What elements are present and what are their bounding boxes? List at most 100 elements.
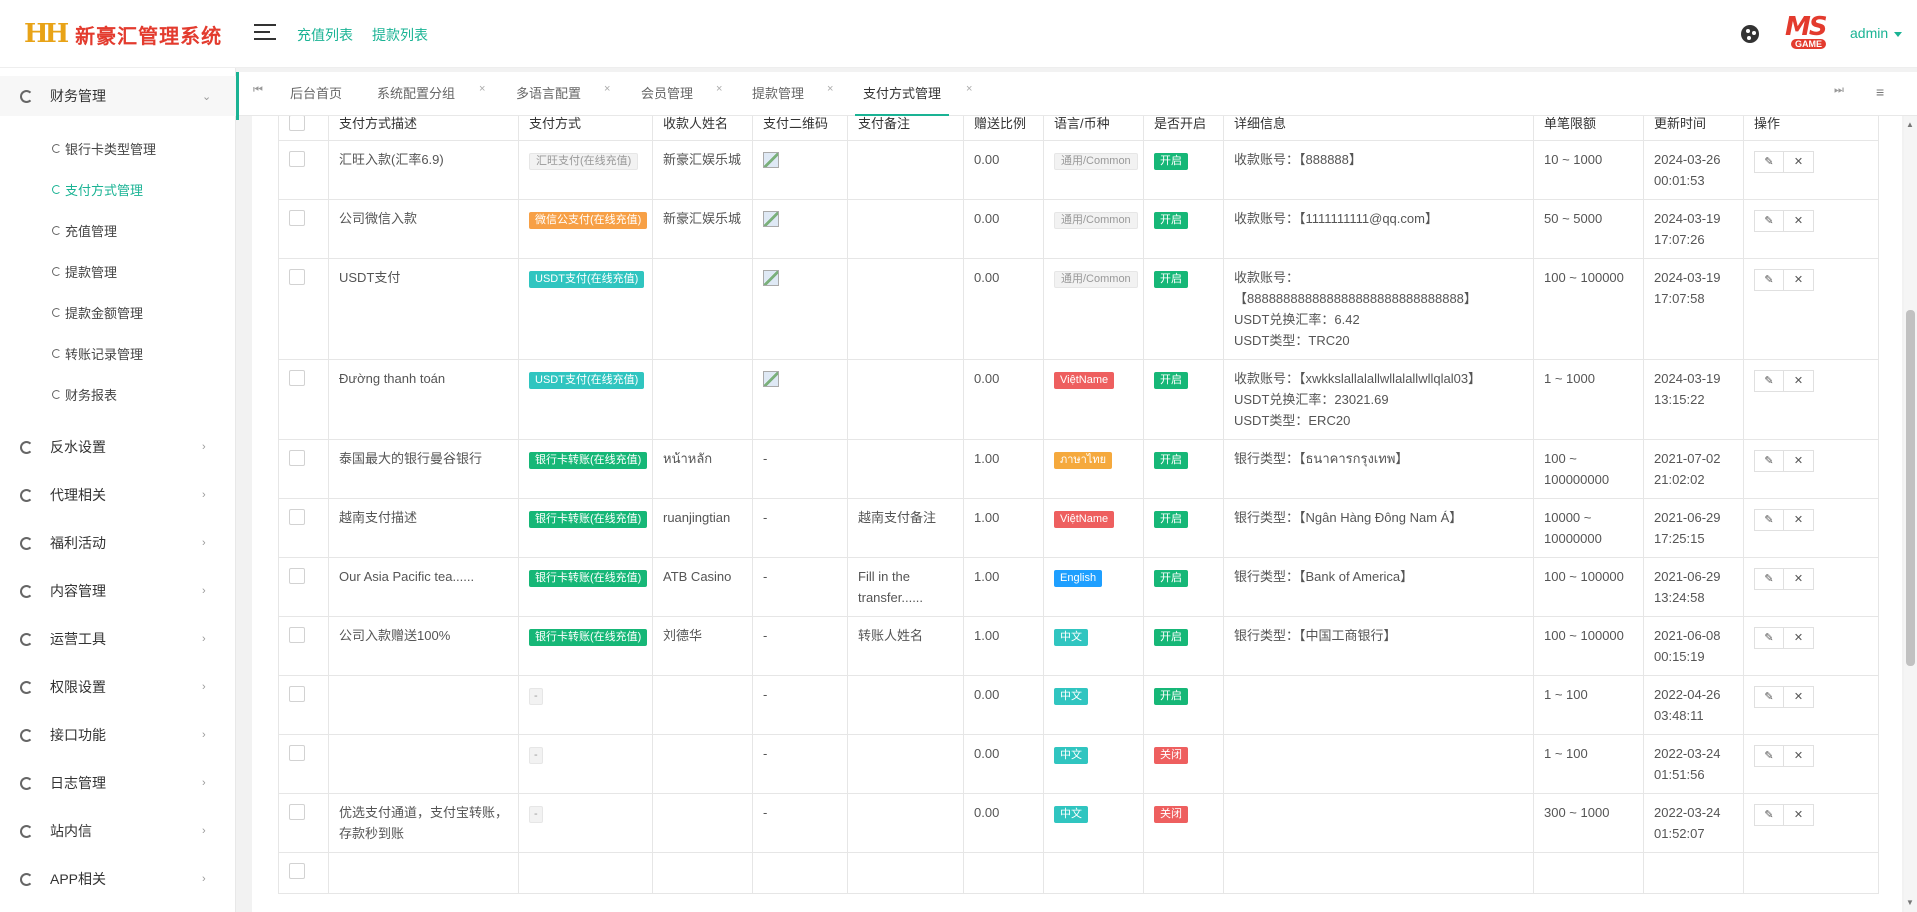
column-header[interactable]: 更新时间 — [1643, 116, 1744, 141]
scroll-down-icon[interactable]: ▼ — [1906, 898, 1914, 907]
row-checkbox[interactable] — [289, 804, 305, 820]
delete-icon[interactable]: ✕ — [1784, 627, 1814, 649]
status-badge[interactable]: 开启 — [1154, 153, 1188, 170]
sidebar-item-payment-methods[interactable]: 支付方式管理 — [52, 179, 143, 199]
row-checkbox[interactable] — [289, 863, 305, 879]
sidebar-group-finance[interactable]: 财务管理 ⌄ — [0, 76, 236, 116]
sidebar-group-logs[interactable]: 日志管理 › — [0, 763, 236, 803]
status-badge[interactable]: 关闭 — [1154, 806, 1188, 823]
sidebar-group-operations[interactable]: 运营工具 › — [0, 619, 236, 659]
scroll-up-icon[interactable]: ▲ — [1906, 120, 1914, 129]
delete-icon[interactable]: ✕ — [1784, 568, 1814, 590]
tab-menu-icon[interactable]: ≡ — [1876, 84, 1884, 100]
sidebar-item-withdraw-amount[interactable]: 提款金额管理 — [52, 302, 143, 322]
sidebar-group-app[interactable]: APP相关 › — [0, 859, 236, 899]
qr-image-icon[interactable] — [763, 371, 779, 387]
app-logo[interactable]: HH 新豪汇管理系统 — [24, 19, 222, 49]
status-badge[interactable]: 关闭 — [1154, 747, 1188, 764]
row-checkbox[interactable] — [289, 745, 305, 761]
row-checkbox[interactable] — [289, 210, 305, 226]
column-header[interactable]: 单笔限额 — [1533, 116, 1644, 141]
row-checkbox[interactable] — [289, 269, 305, 285]
delete-icon[interactable]: ✕ — [1784, 210, 1814, 232]
sidebar-item-recharge[interactable]: 充值管理 — [52, 220, 117, 240]
qr-image-icon[interactable] — [763, 211, 779, 227]
theme-palette-icon[interactable] — [1741, 25, 1759, 43]
tab-home[interactable]: 后台首页 — [290, 83, 342, 103]
close-icon[interactable]: × — [479, 83, 485, 95]
sidebar-group-agent[interactable]: 代理相关 › — [0, 475, 236, 515]
column-header[interactable]: 语言/币种 — [1043, 116, 1144, 141]
menu-toggle-icon[interactable] — [254, 24, 276, 42]
status-badge[interactable]: 开启 — [1154, 212, 1188, 229]
qr-image-icon[interactable] — [763, 152, 779, 168]
status-badge[interactable]: 开启 — [1154, 372, 1188, 389]
tab-withdraw[interactable]: 提款管理 × — [752, 83, 833, 103]
tab-members[interactable]: 会员管理 × — [641, 83, 722, 103]
user-menu[interactable]: admin — [1850, 25, 1902, 41]
edit-icon[interactable]: ✎ — [1754, 745, 1784, 767]
row-checkbox[interactable] — [289, 450, 305, 466]
delete-icon[interactable]: ✕ — [1784, 745, 1814, 767]
delete-icon[interactable]: ✕ — [1784, 686, 1814, 708]
row-checkbox[interactable] — [289, 627, 305, 643]
status-badge[interactable]: 开启 — [1154, 629, 1188, 646]
edit-icon[interactable]: ✎ — [1754, 568, 1784, 590]
row-checkbox[interactable] — [289, 370, 305, 386]
tab-scroll-left-icon[interactable]: ⏮ — [253, 84, 263, 97]
scrollbar-thumb[interactable] — [1906, 310, 1915, 666]
edit-icon[interactable]: ✎ — [1754, 210, 1784, 232]
delete-icon[interactable]: ✕ — [1784, 370, 1814, 392]
edit-icon[interactable]: ✎ — [1754, 450, 1784, 472]
sidebar-group-permissions[interactable]: 权限设置 › — [0, 667, 236, 707]
column-header[interactable]: 详细信息 — [1223, 116, 1534, 141]
row-checkbox[interactable] — [289, 568, 305, 584]
edit-icon[interactable]: ✎ — [1754, 269, 1784, 291]
sidebar-item-transfer-records[interactable]: 转账记录管理 — [52, 343, 143, 363]
column-header[interactable]: 收款人姓名 — [652, 116, 753, 141]
sidebar-group-api[interactable]: 接口功能 › — [0, 715, 236, 755]
close-icon[interactable]: × — [827, 83, 833, 95]
column-header[interactable]: 是否开启 — [1143, 116, 1224, 141]
status-badge[interactable]: 开启 — [1154, 452, 1188, 469]
delete-icon[interactable]: ✕ — [1784, 269, 1814, 291]
close-icon[interactable]: × — [716, 83, 722, 95]
sidebar-item-finance-report[interactable]: 财务报表 — [52, 384, 117, 404]
delete-icon[interactable]: ✕ — [1784, 151, 1814, 173]
tab-config-groups[interactable]: 系统配置分组 × — [377, 83, 485, 103]
status-badge[interactable]: 开启 — [1154, 688, 1188, 705]
tab-scroll-right-icon[interactable]: ⏭ — [1834, 84, 1844, 97]
sidebar-group-messages[interactable]: 站内信 › — [0, 811, 236, 851]
edit-icon[interactable]: ✎ — [1754, 151, 1784, 173]
edit-icon[interactable]: ✎ — [1754, 627, 1784, 649]
column-header[interactable]: 支付二维码 — [752, 116, 848, 141]
sidebar-group-welfare[interactable]: 福利活动 › — [0, 523, 236, 563]
select-all-checkbox[interactable] — [289, 116, 305, 131]
edit-icon[interactable]: ✎ — [1754, 509, 1784, 531]
column-header[interactable]: 支付方式 — [518, 116, 653, 141]
column-header[interactable]: 赠送比例 — [963, 116, 1044, 141]
delete-icon[interactable]: ✕ — [1784, 804, 1814, 826]
column-header[interactable]: 支付备注 — [847, 116, 964, 141]
close-icon[interactable]: × — [604, 83, 610, 95]
column-header[interactable]: 支付方式描述 — [328, 116, 519, 141]
withdraw-list-link[interactable]: 提款列表 — [372, 25, 428, 45]
close-icon[interactable]: × — [966, 83, 972, 95]
tab-payment-methods[interactable]: 支付方式管理 × — [854, 83, 972, 116]
sidebar-item-bank-card-types[interactable]: 银行卡类型管理 — [52, 138, 156, 158]
edit-icon[interactable]: ✎ — [1754, 686, 1784, 708]
delete-icon[interactable]: ✕ — [1784, 450, 1814, 472]
sidebar-group-rebate[interactable]: 反水设置 › — [0, 427, 236, 467]
status-badge[interactable]: 开启 — [1154, 570, 1188, 587]
row-checkbox[interactable] — [289, 509, 305, 525]
row-checkbox[interactable] — [289, 151, 305, 167]
edit-icon[interactable]: ✎ — [1754, 370, 1784, 392]
recharge-list-link[interactable]: 充值列表 — [297, 25, 353, 45]
qr-image-icon[interactable] — [763, 270, 779, 286]
row-checkbox[interactable] — [289, 686, 305, 702]
status-badge[interactable]: 开启 — [1154, 511, 1188, 528]
sidebar-group-content[interactable]: 内容管理 › — [0, 571, 236, 611]
delete-icon[interactable]: ✕ — [1784, 509, 1814, 531]
tab-multilang[interactable]: 多语言配置 × — [516, 83, 610, 103]
edit-icon[interactable]: ✎ — [1754, 804, 1784, 826]
